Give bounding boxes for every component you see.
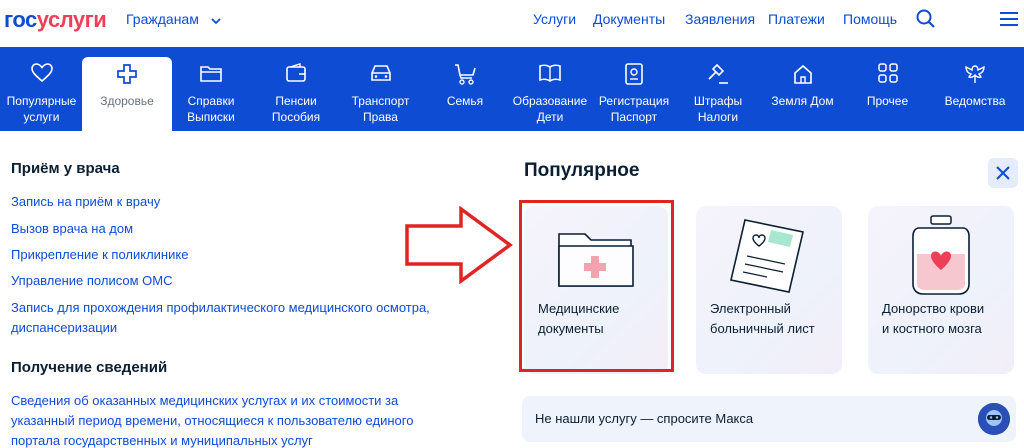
stroller-icon: [453, 63, 477, 89]
heart-icon: [30, 63, 53, 87]
category-agencies[interactable]: Ведомства: [935, 47, 1015, 131]
header: госуслуги Гражданам Услуги Документы Зая…: [0, 0, 1024, 46]
highlight-frame: [519, 200, 674, 372]
nav-documents[interactable]: Документы: [593, 11, 665, 27]
search-icon[interactable]: [916, 9, 936, 34]
link-checkup-registration[interactable]: Запись для прохождения профилактического…: [11, 299, 430, 337]
eagle-icon: [963, 63, 987, 89]
category-popular[interactable]: Популярные услуги: [0, 47, 83, 131]
medical-cross-icon: [116, 63, 138, 89]
link-doctor-appointment[interactable]: Запись на приём к врачу: [11, 193, 160, 211]
category-certificates[interactable]: Справки Выписки: [175, 47, 247, 131]
car-icon: [369, 63, 393, 87]
annotation-arrow-icon: [405, 205, 513, 289]
category-education[interactable]: Образование Дети: [510, 47, 590, 131]
gosuslugi-logo[interactable]: госуслуги: [4, 7, 107, 33]
card-blood-donation[interactable]: Донорство крови и костного мозга: [868, 206, 1014, 374]
nav-help[interactable]: Помощь: [843, 11, 897, 27]
house-icon: [792, 63, 814, 89]
close-button[interactable]: [988, 158, 1018, 188]
ask-max-text: Не нашли услугу — спросите Макса: [535, 411, 754, 426]
nav-applications[interactable]: Заявления: [685, 11, 755, 27]
link-oms-policy[interactable]: Управление полисом ОМС: [11, 272, 172, 290]
assistant-avatar-icon[interactable]: [978, 403, 1010, 435]
link-clinic-attachment[interactable]: Прикрепление к поликлинике: [11, 246, 188, 264]
folder-icon: [199, 63, 223, 87]
citizens-label: Гражданам: [126, 11, 199, 27]
menu-icon[interactable]: [999, 11, 1019, 32]
popular-title: Популярное: [524, 160, 640, 181]
category-registration[interactable]: Регистрация Паспорт: [595, 47, 673, 131]
category-family[interactable]: Семья: [430, 47, 500, 131]
section-title-doctor: Приём у врача: [11, 160, 120, 177]
citizens-dropdown[interactable]: Гражданам: [126, 11, 221, 28]
gavel-icon: [707, 63, 729, 89]
book-icon: [538, 63, 562, 87]
blood-bag-icon: [909, 214, 973, 303]
passport-icon: [624, 63, 644, 89]
category-other[interactable]: Прочее: [855, 47, 920, 131]
link-doctor-home-visit[interactable]: Вызов врача на дом: [11, 220, 133, 238]
category-transport[interactable]: Транспорт Права: [343, 47, 418, 131]
section-title-info: Получение сведений: [11, 359, 168, 376]
ask-max-bar[interactable]: Не нашли услугу — спросите Макса: [522, 396, 1016, 442]
category-fines[interactable]: Штрафы Налоги: [683, 47, 753, 131]
category-land-house[interactable]: Земля Дом: [765, 47, 840, 131]
card-sick-leave[interactable]: Электронный больничный лист: [696, 206, 842, 374]
card-title: Электронный больничный лист: [710, 301, 815, 336]
category-health[interactable]: Здоровье: [82, 57, 172, 131]
close-icon: [996, 166, 1010, 185]
category-bar: Популярные услуги Здоровье Справки Выписки…: [0, 47, 1024, 131]
sick-leave-document-icon: [727, 214, 811, 299]
link-medical-services-info[interactable]: Сведения об оказанных медицинских услуга…: [11, 392, 413, 448]
wallet-icon: [285, 63, 307, 87]
nav-payments[interactable]: Платежи: [768, 11, 825, 27]
category-pensions[interactable]: Пенсии Пособия: [260, 47, 332, 131]
grid-icon: [877, 63, 898, 87]
nav-services[interactable]: Услуги: [533, 11, 576, 27]
chevron-down-icon: [211, 12, 221, 28]
card-title: Донорство крови и костного мозга: [882, 301, 985, 336]
